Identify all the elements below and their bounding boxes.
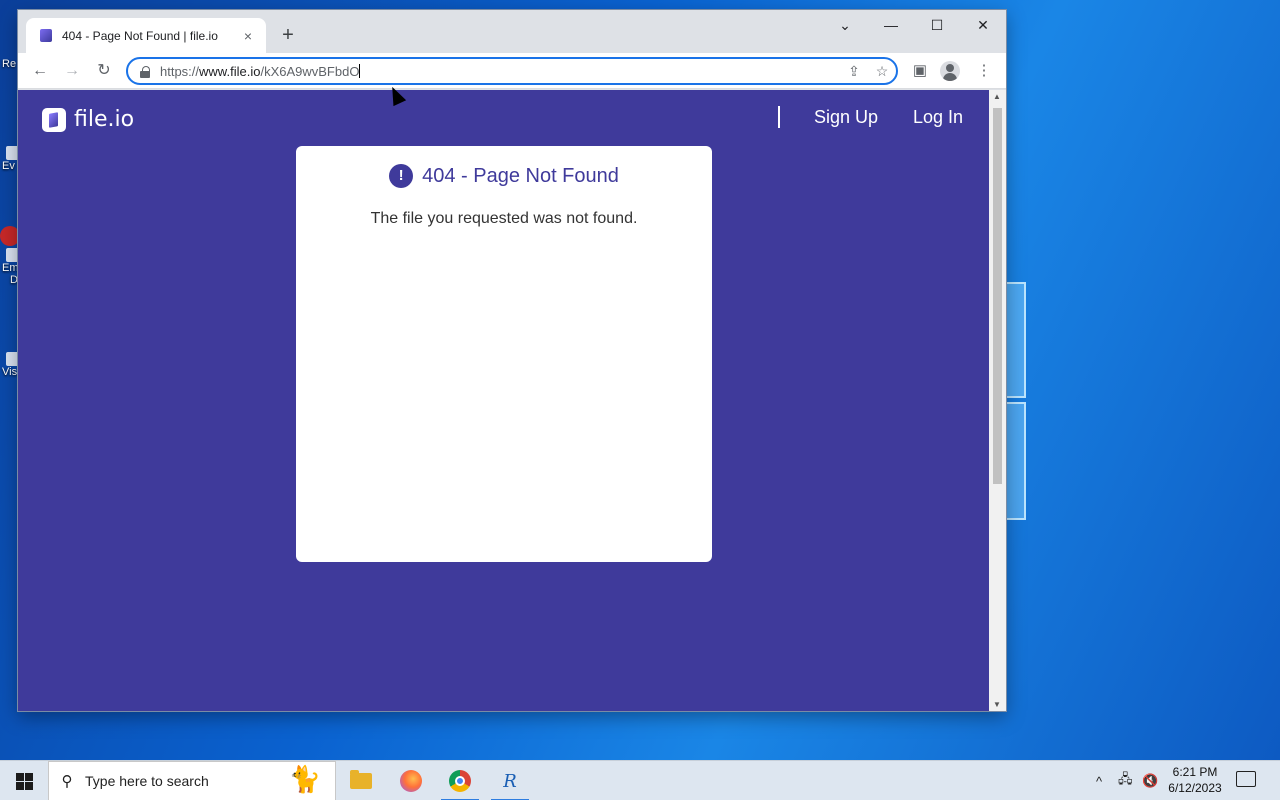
error-title: 404 - Page Not Found bbox=[422, 164, 619, 187]
browser-window: 404 - Page Not Found | file.io × + ⌄ — ☐… bbox=[18, 10, 1006, 711]
app-icon bbox=[0, 226, 20, 246]
new-tab-button[interactable]: + bbox=[276, 24, 300, 48]
cat-icon: 🐈 bbox=[288, 764, 321, 794]
clock-date: 6/12/2023 bbox=[1168, 781, 1222, 795]
tray-overflow-chevron-icon[interactable]: ^ bbox=[1096, 761, 1102, 800]
tab-strip: 404 - Page Not Found | file.io × + ⌄ — ☐… bbox=[18, 10, 1006, 53]
exclamation-icon: ! bbox=[389, 164, 414, 188]
scroll-down-arrow-icon[interactable]: ▼ bbox=[993, 700, 1001, 709]
volume-muted-icon[interactable]: 🔇 bbox=[1142, 761, 1158, 800]
bookmark-star-icon[interactable]: ☆ bbox=[868, 63, 896, 80]
desktop-icon-recycle[interactable]: Re bbox=[0, 58, 20, 70]
site-logo[interactable]: file.io bbox=[42, 107, 134, 132]
r-app-icon: R bbox=[503, 770, 517, 792]
file-explorer-taskbar-button[interactable] bbox=[338, 761, 384, 800]
folder-icon bbox=[350, 770, 372, 789]
browser-menu-icon[interactable]: ⋮ bbox=[972, 59, 996, 83]
browser-toolbar: ← → ↻ https://www.file.io/kX6A9wvBFbdO ⇪… bbox=[18, 53, 1006, 89]
browser-tab[interactable]: 404 - Page Not Found | file.io × bbox=[26, 18, 266, 53]
side-panel-icon[interactable]: ▣ bbox=[908, 59, 932, 83]
taskbar-search-box[interactable]: ⚲ Type here to search 🐈 bbox=[48, 761, 336, 800]
start-button[interactable] bbox=[0, 761, 48, 800]
rapp-taskbar-button[interactable]: R bbox=[487, 761, 533, 800]
clock-time: 6:21 PM bbox=[1172, 765, 1218, 779]
text-caret bbox=[359, 63, 361, 78]
search-icon: ⚲ bbox=[61, 773, 73, 790]
windows-start-icon bbox=[15, 772, 33, 790]
lock-icon[interactable] bbox=[140, 65, 150, 78]
network-icon[interactable]: 🖧 bbox=[1118, 761, 1133, 800]
url-host: www.file.io bbox=[199, 63, 261, 79]
sign-up-link[interactable]: Sign Up bbox=[814, 107, 878, 128]
share-icon[interactable]: ⇪ bbox=[840, 63, 868, 80]
nav-divider bbox=[778, 106, 780, 128]
taskbar: ⚲ Type here to search 🐈 R ^ 🖧 🔇 6:21 PM … bbox=[0, 760, 1280, 800]
search-placeholder: Type here to search bbox=[85, 773, 209, 789]
minimize-button[interactable]: — bbox=[868, 10, 914, 40]
vertical-scrollbar[interactable]: ▲ ▼ bbox=[989, 90, 1006, 711]
logo-text: file.io bbox=[74, 107, 135, 132]
windows-logo-wallpaper bbox=[1004, 282, 1028, 520]
error-card: ! 404 - Page Not Found The file you requ… bbox=[296, 146, 712, 562]
scrollbar-thumb[interactable] bbox=[993, 108, 1002, 484]
file-io-logo-icon bbox=[42, 107, 66, 132]
notification-center-icon[interactable] bbox=[1236, 771, 1256, 787]
close-window-button[interactable]: ✕ bbox=[960, 10, 1006, 40]
desktop-icon-em[interactable]: Em D bbox=[0, 226, 20, 286]
tab-close-icon[interactable]: × bbox=[240, 28, 256, 44]
log-in-link[interactable]: Log In bbox=[913, 107, 963, 128]
url-path: /kX6A9wvBFbdO bbox=[260, 63, 360, 79]
url-text[interactable]: https://www.file.io/kX6A9wvBFbdO bbox=[160, 63, 840, 79]
tab-search-button[interactable]: ⌄ bbox=[822, 10, 868, 40]
error-message: The file you requested was not found. bbox=[370, 210, 638, 227]
scroll-up-arrow-icon[interactable]: ▲ bbox=[993, 92, 1001, 101]
chrome-taskbar-button[interactable] bbox=[437, 761, 483, 800]
taskbar-clock[interactable]: 6:21 PM 6/12/2023 bbox=[1164, 764, 1226, 796]
favicon-icon bbox=[40, 29, 52, 42]
desktop-icon-vis[interactable]: Vis bbox=[0, 352, 20, 378]
back-button[interactable]: ← bbox=[28, 59, 52, 83]
reload-button[interactable]: ↻ bbox=[92, 59, 116, 83]
maximize-button[interactable]: ☐ bbox=[914, 10, 960, 40]
tab-title: 404 - Page Not Found | file.io bbox=[62, 28, 218, 43]
forward-button[interactable]: → bbox=[60, 59, 84, 83]
chrome-icon bbox=[449, 770, 471, 792]
url-scheme: https:// bbox=[160, 63, 200, 79]
page-viewport: file.io Sign Up Log In ! 404 - Page Not … bbox=[18, 90, 989, 711]
firefox-taskbar-button[interactable] bbox=[388, 761, 434, 800]
firefox-icon bbox=[400, 770, 422, 792]
address-bar[interactable]: https://www.file.io/kX6A9wvBFbdO ⇪ ☆ bbox=[126, 57, 898, 85]
profile-avatar-icon[interactable] bbox=[940, 61, 960, 81]
error-heading: ! 404 - Page Not Found bbox=[296, 164, 712, 188]
desktop-icon-ev[interactable]: Ev bbox=[0, 146, 20, 172]
